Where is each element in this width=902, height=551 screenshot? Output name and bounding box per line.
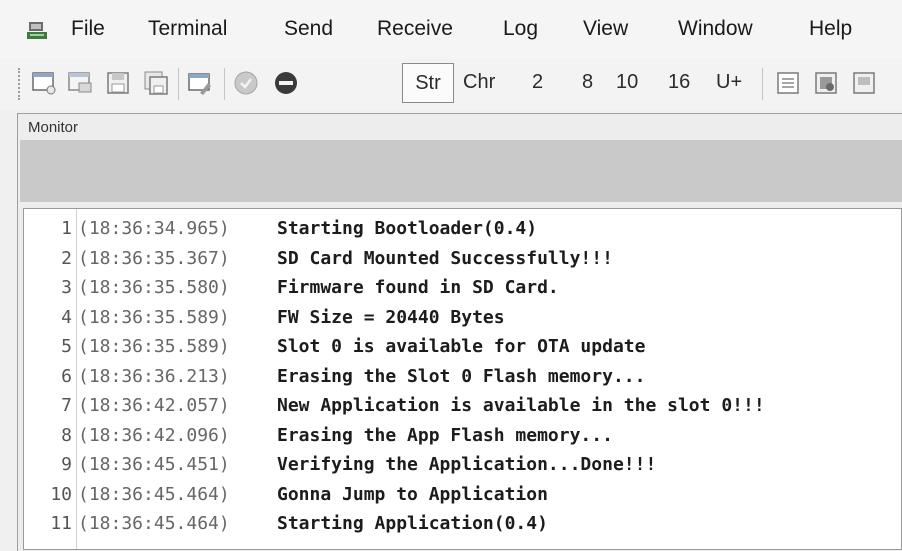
str-mode-label: Str (415, 71, 441, 94)
log-timestamp: (18:36:35.589) (78, 336, 230, 357)
save-all-icon[interactable] (142, 69, 170, 97)
log-timestamp: (18:36:42.096) (78, 424, 230, 446)
log-timestamp: (18:36:35.589) (78, 306, 230, 328)
connect-icon[interactable] (232, 69, 260, 97)
log-row: 8 (18:36:42.096) Erasing the App Flash mem… (24, 422, 901, 452)
line-number: 2 (61, 247, 72, 269)
log-timestamp: (18:36:35.580) (78, 277, 230, 298)
log-message: New Application is available in the slot… (277, 395, 765, 416)
log-message: Erasing the App Flash memory... (277, 424, 613, 446)
log-view[interactable]: 1 (18:36:34.965) Starting Bootloader(0.4) 2… (23, 208, 902, 550)
log-row: 6 (18:36:36.213) Erasing the Slot 0 Flash … (24, 363, 901, 393)
menu-window[interactable]: Window (678, 17, 753, 41)
log-timestamp: (18:36:34.965) (78, 218, 230, 239)
menu-terminal[interactable]: Terminal (148, 17, 227, 41)
log-row: 5 (18:36:35.589) Slot 0 is available for O… (24, 333, 901, 363)
monitor-title: Monitor (28, 119, 79, 136)
open-icon[interactable] (66, 69, 94, 97)
log-message: Starting Bootloader(0.4) (277, 218, 538, 239)
monitor-header-band (20, 140, 902, 202)
log-timestamp: (18:36:35.367) (78, 247, 230, 269)
log-export-icon[interactable] (850, 69, 878, 97)
log-message: SD Card Mounted Successfully!!! (277, 247, 613, 269)
unicode-button[interactable]: U+ (716, 71, 742, 94)
log-row: 1 (18:36:34.965) Starting Bootloader(0.4) (24, 215, 901, 245)
log-message: Starting Application(0.4) (277, 513, 548, 534)
toolbar-separator (224, 68, 225, 100)
line-number: 11 (50, 513, 72, 534)
properties-icon[interactable] (186, 69, 214, 97)
log-settings-icon[interactable] (812, 69, 840, 97)
radix-10-button[interactable]: 10 (616, 71, 638, 94)
toolbar-grip[interactable] (18, 68, 23, 100)
toolbar-separator (178, 68, 179, 100)
line-number: 4 (61, 306, 72, 328)
menu-file[interactable]: File (71, 17, 105, 41)
line-number: 6 (61, 365, 72, 387)
log-message: Verifying the Application...Done!!! (277, 454, 657, 475)
line-number: 5 (61, 336, 72, 357)
log-timestamp: (18:36:42.057) (78, 395, 230, 416)
radix-2-button[interactable]: 2 (532, 71, 543, 94)
line-number: 10 (50, 483, 72, 505)
log-row: 7 (18:36:42.057) New Application is availa… (24, 392, 901, 422)
log-row: 11 (18:36:45.464) Starting Application(0.4… (24, 510, 901, 540)
menu-bar: File Terminal Send Receive Log View Wind… (0, 0, 902, 58)
radix-16-button[interactable]: 16 (668, 71, 690, 94)
log-message: Erasing the Slot 0 Flash memory... (277, 365, 646, 387)
toolbar-separator (762, 68, 763, 100)
line-number: 8 (61, 424, 72, 446)
line-number: 3 (61, 277, 72, 298)
log-timestamp: (18:36:45.464) (78, 513, 230, 534)
chr-mode-button[interactable]: Chr (463, 71, 495, 94)
new-terminal-icon[interactable] (30, 69, 58, 97)
log-message: FW Size = 20440 Bytes (277, 306, 505, 328)
log-row: 9 (18:36:45.451) Verifying the Application… (24, 451, 901, 481)
save-icon[interactable] (104, 69, 132, 97)
line-number: 1 (61, 218, 72, 239)
toolbar: Str Chr 2 8 10 16 U+ (0, 58, 902, 110)
line-number: 7 (61, 395, 72, 416)
log-message: Slot 0 is available for OTA update (277, 336, 646, 357)
log-message: Gonna Jump to Application (277, 483, 548, 505)
log-timestamp: (18:36:45.451) (78, 454, 230, 475)
menu-send[interactable]: Send (284, 17, 333, 41)
log-row: 3 (18:36:35.580) Firmware found in SD Card… (24, 274, 901, 304)
log-timestamp: (18:36:45.464) (78, 483, 230, 505)
log-timestamp: (18:36:36.213) (78, 365, 230, 387)
log-row: 10 (18:36:45.464) Gonna Jump to Applicatio… (24, 481, 901, 511)
log-view-icon[interactable] (774, 69, 802, 97)
disconnect-icon[interactable] (272, 69, 300, 97)
app-icon (27, 22, 47, 39)
line-number: 9 (61, 454, 72, 475)
radix-8-button[interactable]: 8 (582, 71, 593, 94)
menu-view[interactable]: View (583, 17, 628, 41)
log-row: 4 (18:36:35.589) FW Size = 20440 Bytes (24, 304, 901, 334)
menu-log[interactable]: Log (503, 17, 538, 41)
menu-receive[interactable]: Receive (377, 17, 453, 41)
log-message: Firmware found in SD Card. (277, 277, 559, 298)
menu-help[interactable]: Help (809, 17, 852, 41)
log-row: 2 (18:36:35.367) SD Card Mounted Successfu… (24, 245, 901, 275)
str-mode-button[interactable]: Str (402, 63, 454, 103)
